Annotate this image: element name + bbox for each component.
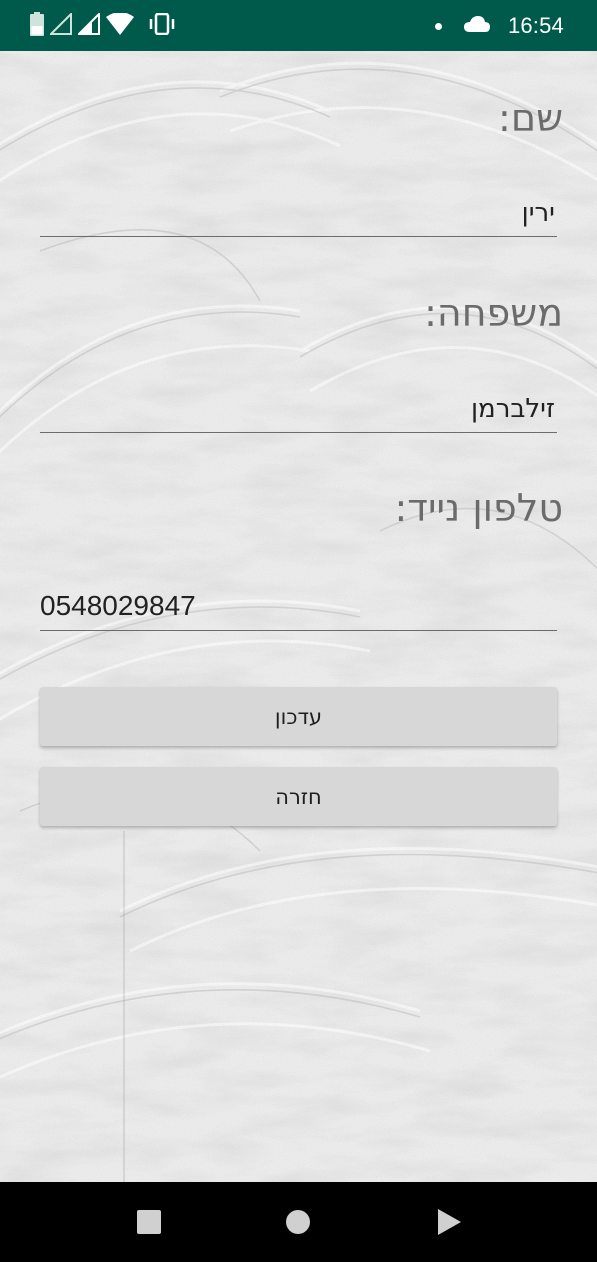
last-name-label: משפחה: bbox=[424, 291, 563, 335]
battery-icon bbox=[30, 12, 44, 40]
update-button[interactable]: עדכון bbox=[40, 687, 557, 746]
mobile-phone-field[interactable]: 0548029847 bbox=[40, 578, 557, 631]
recents-square-icon[interactable] bbox=[133, 1206, 165, 1238]
signal-icon bbox=[76, 11, 100, 39]
status-bar: 16:54 bbox=[0, 0, 597, 51]
home-circle-icon[interactable] bbox=[282, 1206, 314, 1238]
status-icons-left bbox=[30, 11, 176, 40]
mobile-phone-label: טלפון נייד: bbox=[394, 486, 563, 530]
last-name-field[interactable]: זילברמן bbox=[40, 380, 557, 433]
status-icons-right: 16:54 bbox=[434, 10, 564, 42]
vibrate-icon bbox=[148, 12, 176, 39]
signal-icon bbox=[48, 11, 72, 39]
first-name-label: שם: bbox=[498, 96, 563, 140]
notification-dot-icon bbox=[434, 22, 442, 30]
first-name-value: ירין bbox=[521, 198, 555, 228]
navigation-bar bbox=[0, 1182, 597, 1262]
clock: 16:54 bbox=[507, 13, 564, 38]
back-triangle-icon[interactable] bbox=[433, 1206, 465, 1238]
back-button[interactable]: חזרה bbox=[40, 767, 557, 826]
app-screen: 16:54 שם: ירין משפחה: זילברמן טלפון נייד… bbox=[0, 0, 597, 1262]
cloud-icon bbox=[463, 16, 490, 36]
mobile-phone-value: 0548029847 bbox=[40, 590, 196, 621]
profile-form: שם: ירין משפחה: זילברמן טלפון נייד: 0548… bbox=[0, 51, 597, 1182]
first-name-field[interactable]: ירין bbox=[40, 184, 557, 237]
last-name-value: זילברמן bbox=[470, 394, 555, 424]
wifi-icon bbox=[106, 12, 134, 39]
